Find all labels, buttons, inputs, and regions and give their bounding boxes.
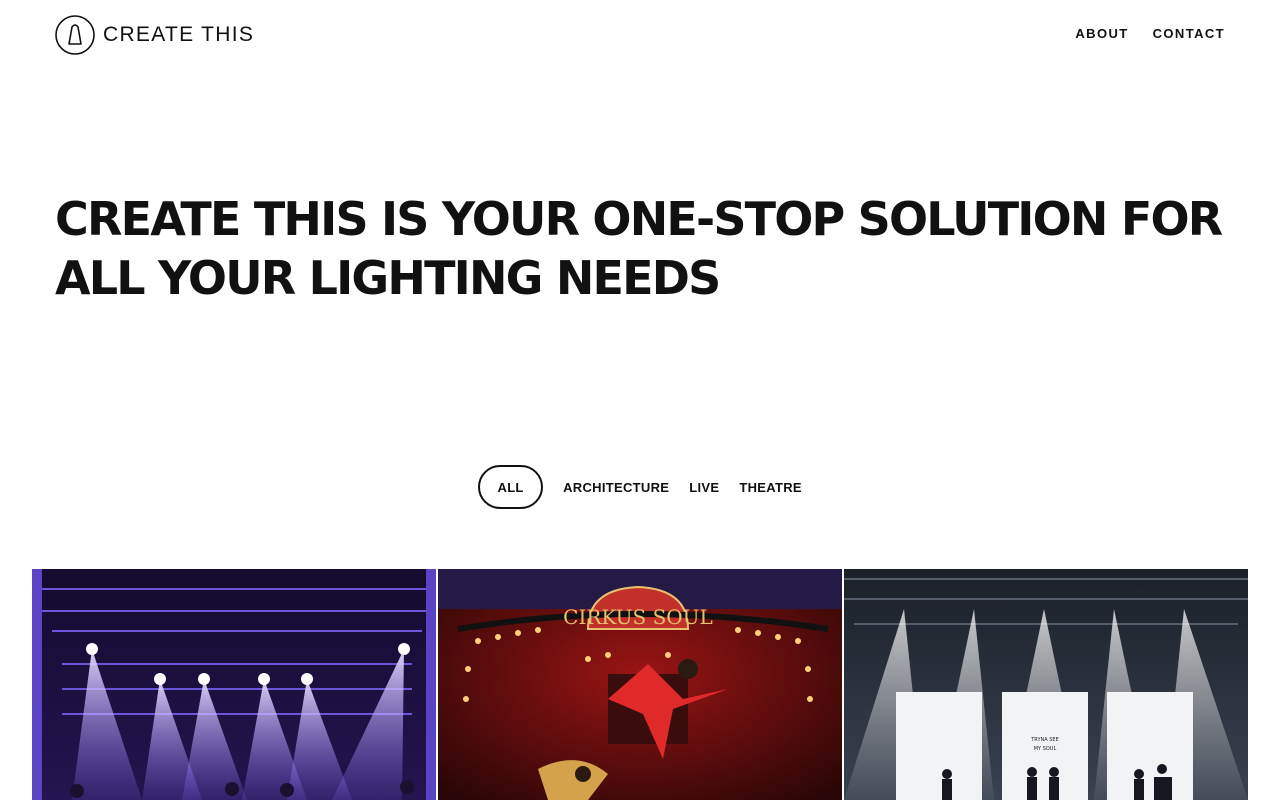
project-grid: CIRKUS SOUL TRYNA SEE MY SOUL — [32, 569, 1248, 800]
screen-text-line-2: MY SOUL — [1034, 746, 1057, 752]
concert-stage-screens-image: TRYNA SEE MY SOUL — [844, 569, 1248, 800]
main-nav: ABOUT CONTACT — [1075, 26, 1225, 41]
project-tile-purple-stage[interactable] — [32, 569, 436, 800]
circus-soul-acrobat-image: CIRKUS SOUL — [438, 569, 842, 800]
filter-all-button[interactable]: ALL — [478, 465, 544, 509]
site-header: CREATE THIS ABOUT CONTACT — [0, 0, 1280, 70]
nav-contact-link[interactable]: CONTACT — [1153, 26, 1225, 41]
purple-stage-light-beams-image — [32, 569, 436, 800]
project-tile-concert-screens[interactable]: TRYNA SEE MY SOUL — [844, 569, 1248, 800]
filter-live-button[interactable]: LIVE — [689, 480, 719, 495]
filter-architecture-button[interactable]: ARCHITECTURE — [563, 480, 669, 495]
hero-headline: CREATE THIS IS YOUR ONE-STOP SOLUTION FO… — [55, 192, 1223, 305]
bell-outline-circle-icon — [55, 15, 95, 55]
brand-name: CREATE THIS — [103, 23, 255, 46]
nav-about-link[interactable]: ABOUT — [1075, 26, 1128, 41]
hero-section: CREATE THIS IS YOUR ONE-STOP SOLUTION FO… — [55, 190, 1225, 308]
project-tile-circus-soul[interactable]: CIRKUS SOUL — [438, 569, 842, 800]
screen-text-line-1: TRYNA SEE — [1030, 737, 1059, 743]
circus-sign-text: CIRKUS SOUL — [563, 605, 713, 629]
filter-theatre-button[interactable]: THEATRE — [739, 480, 802, 495]
project-filter-bar: ALL ARCHITECTURE LIVE THEATRE — [0, 465, 1280, 509]
brand-logo-link[interactable]: CREATE THIS — [55, 15, 254, 55]
